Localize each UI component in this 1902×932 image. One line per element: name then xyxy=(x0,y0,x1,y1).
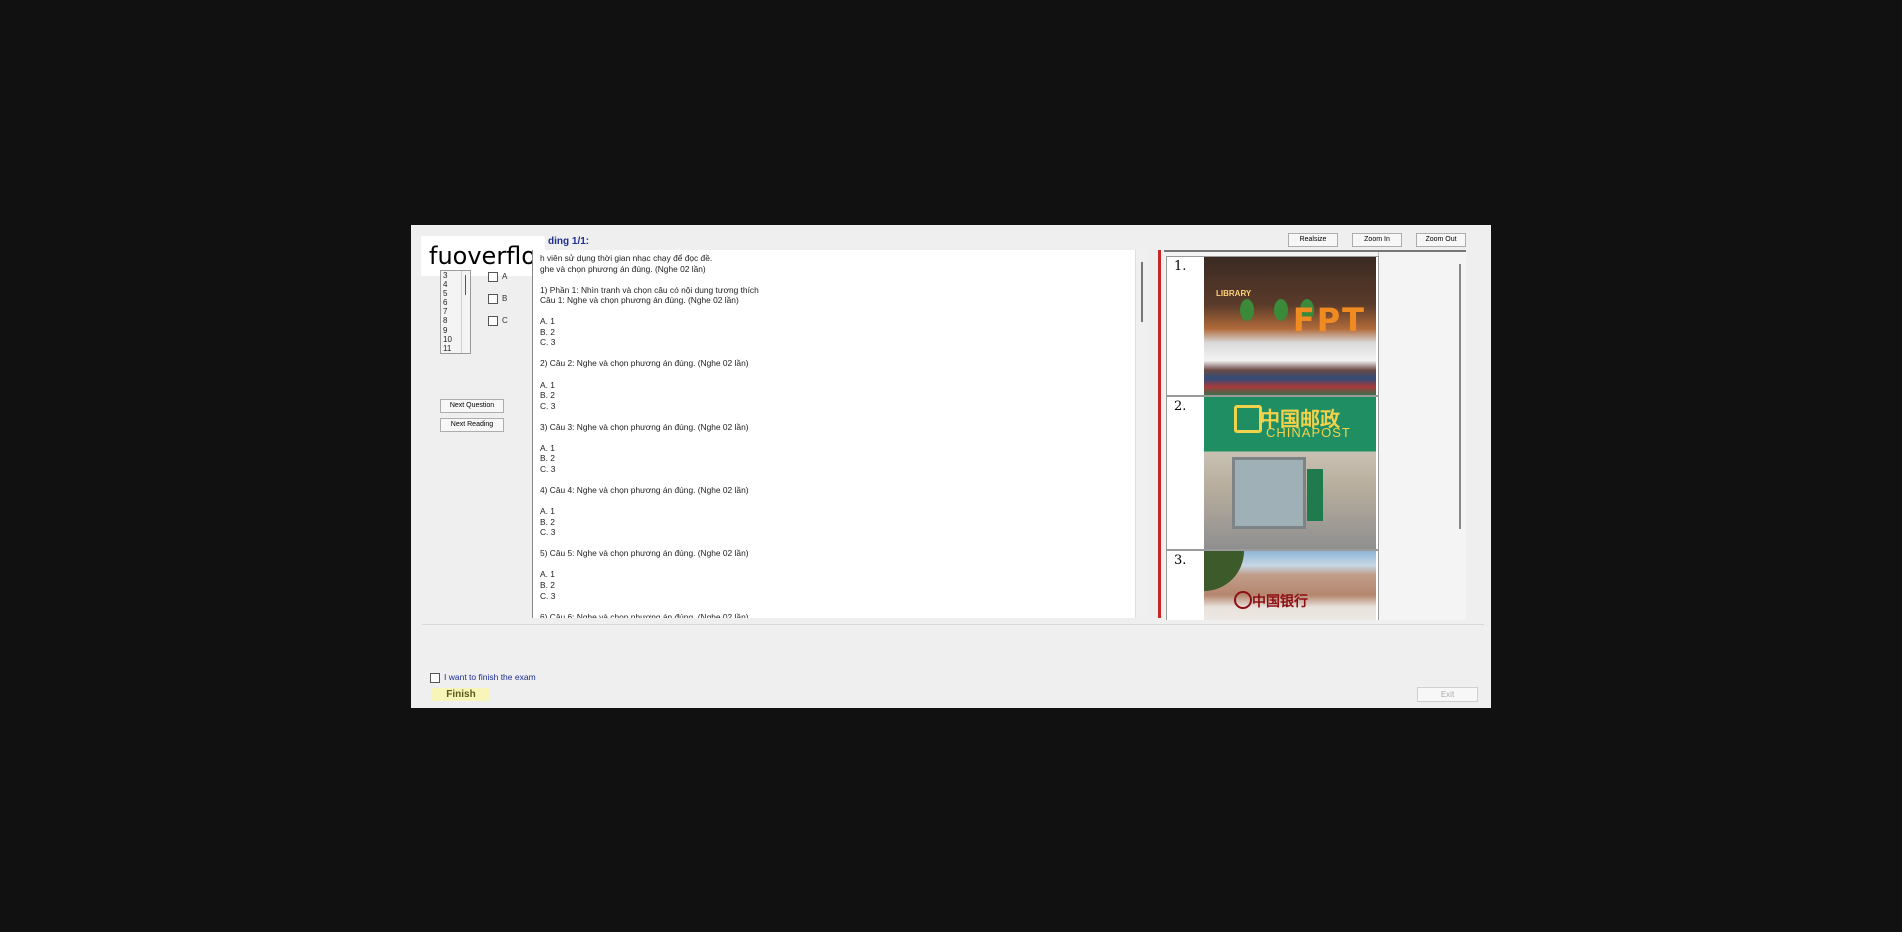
question-number-item[interactable]: 7 xyxy=(443,307,452,316)
question-number-item[interactable]: 11 xyxy=(443,344,452,353)
question-number-item[interactable]: 4 xyxy=(443,280,452,289)
image-panel[interactable]: 1. LIBRARY FPT 2. 中国邮政 CHINAPOST 3. 中国银行 xyxy=(1164,250,1466,620)
finish-confirm-checkbox[interactable] xyxy=(430,672,440,683)
bank-logo xyxy=(1234,591,1252,609)
next-reading-button[interactable]: Next Reading xyxy=(440,418,504,432)
answer-a[interactable]: A xyxy=(488,272,507,282)
zoom-out-button[interactable]: Zoom Out xyxy=(1416,233,1466,247)
reading-title: ding 1/1: xyxy=(548,236,590,247)
passage-scrollbar[interactable] xyxy=(1135,250,1148,618)
question-list-scrollbar[interactable] xyxy=(461,271,470,353)
china-post-image: 中国邮政 CHINAPOST xyxy=(1204,397,1376,549)
china-post-sign-en: CHINAPOST xyxy=(1266,425,1351,440)
library-image: LIBRARY FPT xyxy=(1204,257,1376,395)
image-number-1: 1. xyxy=(1174,259,1187,274)
answer-b-checkbox[interactable] xyxy=(488,294,498,304)
fpt-logo: FPT xyxy=(1292,301,1366,339)
question-number-item[interactable]: 10 xyxy=(443,335,452,344)
image-number-3: 3. xyxy=(1174,553,1187,568)
answer-c[interactable]: C xyxy=(488,316,508,326)
question-list[interactable]: 3 4 5 6 7 8 9 10 11 xyxy=(440,270,471,354)
image-panel-scrollbar[interactable] xyxy=(1459,264,1461,529)
answer-a-checkbox[interactable] xyxy=(488,272,498,282)
image-number-2: 2. xyxy=(1174,399,1187,414)
china-post-logo xyxy=(1234,405,1262,433)
question-number-item[interactable]: 3 xyxy=(443,271,452,280)
question-number-item[interactable]: 8 xyxy=(443,316,452,325)
question-number-item[interactable]: 5 xyxy=(443,289,452,298)
exit-button[interactable]: Exit xyxy=(1417,687,1478,702)
next-question-button[interactable]: Next Question xyxy=(440,399,504,413)
bank-image: 中国银行 xyxy=(1204,551,1376,620)
question-list-items: 3 4 5 6 7 8 9 10 11 xyxy=(443,271,452,353)
image-item-2: 2. 中国邮政 CHINAPOST xyxy=(1166,396,1379,550)
answer-c-checkbox[interactable] xyxy=(488,316,498,326)
answer-b-label: B xyxy=(502,294,508,304)
question-number-item[interactable]: 6 xyxy=(443,298,452,307)
image-item-1: 1. LIBRARY FPT xyxy=(1166,256,1379,396)
bank-sign: 中国银行 xyxy=(1252,593,1308,609)
passage-panel[interactable]: h viên sử dụng thời gian nhạc chạy để đọ… xyxy=(532,250,1148,618)
answer-a-label: A xyxy=(502,272,508,282)
passage-text: h viên sử dụng thời gian nhạc chạy để đọ… xyxy=(540,253,759,618)
realsize-button[interactable]: Realsize xyxy=(1288,233,1338,247)
library-sign: LIBRARY xyxy=(1216,289,1252,298)
finish-confirm-label: I want to finish the exam xyxy=(444,672,536,682)
finish-confirm[interactable]: I want to finish the exam xyxy=(430,672,536,683)
window-notch xyxy=(442,218,460,225)
panel-splitter[interactable] xyxy=(1158,250,1161,618)
zoom-in-button[interactable]: Zoom In xyxy=(1352,233,1402,247)
question-number-item[interactable]: 9 xyxy=(443,326,452,335)
image-item-3: 3. 中国银行 xyxy=(1166,550,1379,620)
answer-b[interactable]: B xyxy=(488,294,507,304)
answer-c-label: C xyxy=(502,316,508,326)
finish-button[interactable]: Finish xyxy=(432,688,490,701)
